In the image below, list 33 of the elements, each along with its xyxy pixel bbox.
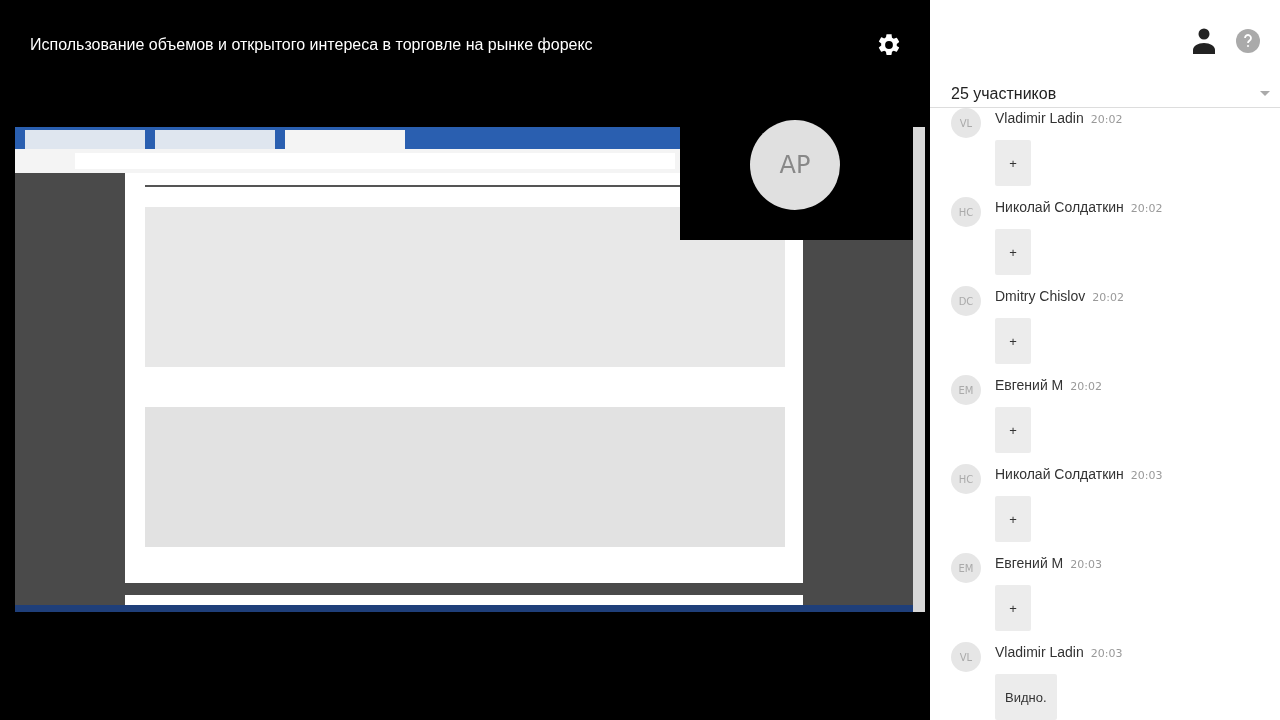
message-time: 20:02	[1070, 380, 1102, 393]
user-avatar: ЕМ	[951, 553, 981, 583]
user-name: Vladimir Ladin	[995, 110, 1084, 126]
user-name: Vladimir Ladin	[995, 644, 1084, 660]
user-avatar: ЕМ	[951, 375, 981, 405]
user-avatar: VL	[951, 642, 981, 672]
message-time: 20:03	[1070, 558, 1102, 571]
message-time: 20:02	[1130, 202, 1163, 215]
caret-icon	[1260, 91, 1270, 96]
message-bubble: +	[995, 496, 1031, 542]
message-bubble: +	[995, 140, 1031, 186]
user-name: Dmitry Chislov	[995, 288, 1086, 304]
person-icon[interactable]	[1192, 28, 1216, 54]
message-time: 20:02	[1090, 113, 1123, 126]
webinar-title: Использование объемов и открытого интереса в торговле на рынке форекс	[30, 36, 593, 54]
user-avatar: VL	[951, 108, 981, 138]
user-name: Евгений М	[995, 555, 1064, 571]
user-avatar: НС	[951, 464, 981, 494]
message-time: 20:02	[1092, 291, 1124, 304]
participants-count: 25 участников	[951, 84, 1057, 103]
message-time: 20:03	[1130, 469, 1163, 482]
message-bubble: +	[995, 318, 1031, 364]
message-bubble: +	[995, 585, 1031, 631]
message-bubble: +	[995, 229, 1031, 275]
message-bubble: Видно.	[995, 674, 1057, 720]
user-name: Евгений М	[995, 377, 1064, 393]
message-time: 20:03	[1090, 647, 1123, 660]
user-avatar: НС	[951, 197, 981, 227]
message-bubble: +	[995, 407, 1031, 453]
user-name: Николай Солдаткин	[995, 199, 1124, 215]
settings-icon[interactable]	[876, 32, 902, 58]
user-avatar: DC	[951, 286, 981, 316]
user-name: Николай Солдаткин	[995, 466, 1124, 482]
